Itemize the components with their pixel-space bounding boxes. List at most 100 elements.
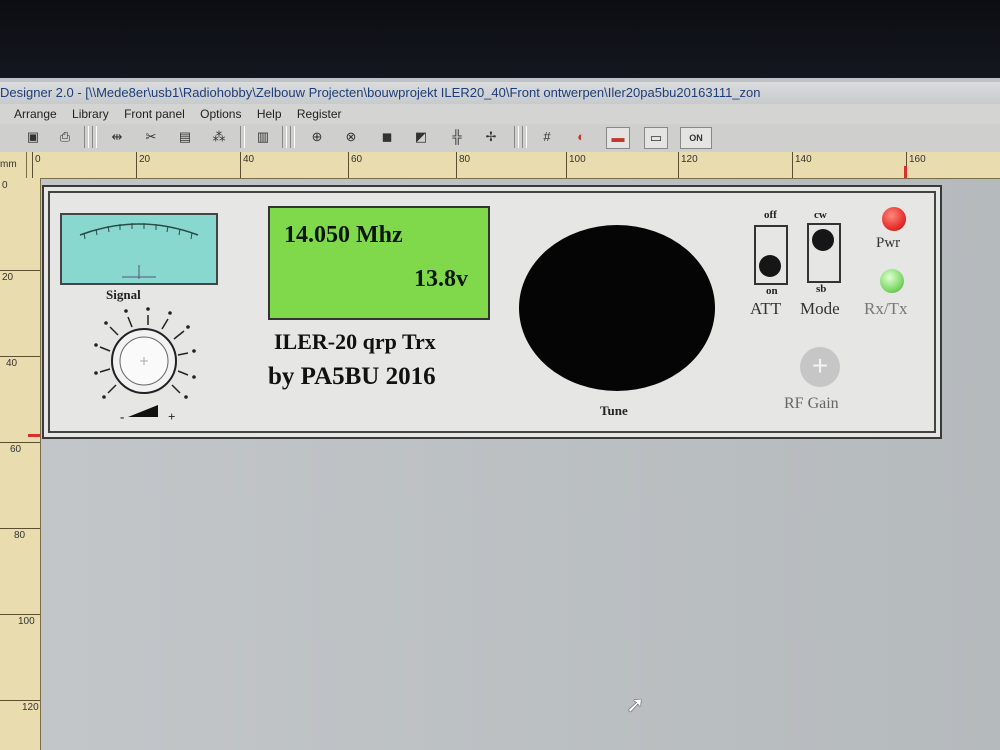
menu-help[interactable]: Help [251, 104, 288, 124]
att-top-label: off [764, 209, 777, 221]
grid-icon[interactable]: # [536, 127, 558, 147]
ruler-tick [456, 152, 457, 178]
ruler-tick [566, 152, 567, 178]
volume-minus-label: - [120, 409, 125, 424]
ruler-label: 160 [909, 154, 926, 165]
voltage-readout: 13.8v [414, 266, 468, 292]
toolbar-separator [514, 126, 519, 148]
menu-library[interactable]: Library [66, 104, 115, 124]
signal-meter[interactable] [60, 213, 218, 285]
toolbar-separator [282, 126, 287, 148]
menu-arrange[interactable]: Arrange [8, 104, 63, 124]
rf-gain-knob[interactable]: + [800, 347, 840, 387]
ruler-tick [348, 152, 349, 178]
toolbar-separator [290, 126, 295, 148]
send-back-icon[interactable]: ◩ [410, 127, 432, 147]
menu-register[interactable]: Register [291, 104, 348, 124]
lcd-display[interactable]: 14.050 Mhz 13.8v [268, 206, 490, 320]
mouse-pointer-icon: ➚ [626, 692, 645, 717]
ruler-label: 40 [6, 358, 18, 369]
panel-title-line2: by PA5BU 2016 [268, 363, 436, 390]
group-icon[interactable]: ⁂ [208, 127, 230, 147]
ruler-label: 0 [2, 180, 8, 191]
att-switch[interactable] [754, 225, 788, 285]
ruler-tick [792, 152, 793, 178]
toolbar-separator [240, 126, 245, 148]
ruler-position-marker [904, 166, 907, 178]
rxtx-led [880, 269, 904, 293]
ruler-tick [0, 528, 40, 529]
att-bottom-label: on [766, 285, 778, 297]
mode-label: Mode [800, 299, 840, 318]
ruler-label: 140 [795, 154, 812, 165]
ruler-tick [136, 152, 137, 178]
mode-switch[interactable] [807, 223, 841, 283]
ruler-tick [678, 152, 679, 178]
ruler-label: 120 [22, 702, 39, 713]
ruler-label: 100 [18, 616, 35, 627]
att-switch-toggle [759, 255, 781, 277]
front-panel[interactable]: Signal - + 14.050 Mhz 13.8v ILER-20 qrp … [42, 185, 942, 439]
pwr-label: Pwr [876, 235, 901, 251]
monitor-bezel [0, 0, 1000, 82]
tune-knob[interactable] [519, 225, 715, 391]
ruler-label: 20 [139, 154, 151, 165]
rxtx-label: Rx/Tx [864, 299, 908, 318]
att-label: ATT [750, 299, 782, 318]
ruler-label: 20 [2, 272, 14, 283]
ruler-label: 60 [351, 154, 363, 165]
ruler-label: 100 [569, 154, 586, 165]
ruler-tick [0, 356, 40, 357]
toolbar-separator [92, 126, 97, 148]
mode-bottom-label: sb [816, 283, 827, 295]
signal-label: Signal [106, 287, 141, 302]
volume-knob[interactable] [90, 305, 210, 425]
ruler-tick [0, 442, 40, 443]
mirror-icon[interactable]: ⇹ [106, 127, 128, 147]
unlock-icon[interactable]: ⊗ [340, 127, 362, 147]
distribute-icon[interactable]: ✢ [480, 127, 502, 147]
tune-label: Tune [600, 403, 628, 418]
horizontal-ruler: mm 0 20 40 60 80 100 120 140 160 [0, 152, 1000, 179]
paste-icon[interactable]: ▤ [174, 127, 196, 147]
window-title: Designer 2.0 - [\\Mede8er\usb1\Radiohobb… [0, 85, 761, 100]
mode-switch-toggle [812, 229, 834, 251]
menu-front-panel[interactable]: Front panel [118, 104, 191, 124]
ruler-position-marker [28, 434, 40, 437]
menu-options[interactable]: Options [194, 104, 247, 124]
ruler-tick [0, 700, 40, 701]
panel-title-line1: ILER-20 qrp Trx [274, 329, 436, 354]
menu-bar: Arrange Library Front panel Options Help… [0, 104, 1000, 124]
cut-icon[interactable]: ✂ [140, 127, 162, 147]
vertical-ruler: 0 20 40 60 80 100 120 [0, 178, 41, 750]
component-icon[interactable]: ▭ [644, 127, 668, 149]
volume-plus-label: + [168, 409, 176, 424]
frequency-readout: 14.050 Mhz [284, 222, 403, 248]
ruler-tick [240, 152, 241, 178]
toolbar: ▣ ⎙ ⇹ ✂ ▤ ⁂ ▥ ⊕ ⊗ ◼ ◩ ╬ ✢ # ◐ ▬ ▭ ON [0, 124, 1000, 153]
delete-icon[interactable]: ▥ [252, 127, 274, 147]
title-bar: Designer 2.0 - [\\Mede8er\usb1\Radiohobb… [0, 82, 1000, 104]
screen-icon[interactable]: ▬ [606, 127, 630, 149]
ruler-tick [0, 270, 40, 271]
color-icon[interactable]: ◐ [570, 127, 592, 147]
ruler-label: 120 [681, 154, 698, 165]
rf-gain-label: RF Gain [784, 395, 839, 412]
save-icon[interactable]: ▣ [22, 127, 44, 147]
pwr-led [882, 207, 906, 231]
ruler-label: 0 [35, 154, 41, 165]
ruler-label: 80 [14, 530, 26, 541]
lock-icon[interactable]: ⊕ [306, 127, 328, 147]
ruler-label: 40 [243, 154, 255, 165]
print-icon[interactable]: ⎙ [54, 127, 76, 147]
toolbar-separator [522, 126, 527, 148]
switch-on-icon[interactable]: ON [680, 127, 712, 149]
mode-top-label: cw [814, 209, 827, 221]
app-window: Designer 2.0 - [\\Mede8er\usb1\Radiohobb… [0, 78, 1000, 750]
bring-front-icon[interactable]: ◼ [376, 127, 398, 147]
ruler-tick [32, 152, 33, 178]
ruler-unit: mm [0, 152, 27, 178]
ruler-label: 80 [459, 154, 471, 165]
ruler-tick [0, 614, 40, 615]
align-icon[interactable]: ╬ [446, 127, 468, 147]
